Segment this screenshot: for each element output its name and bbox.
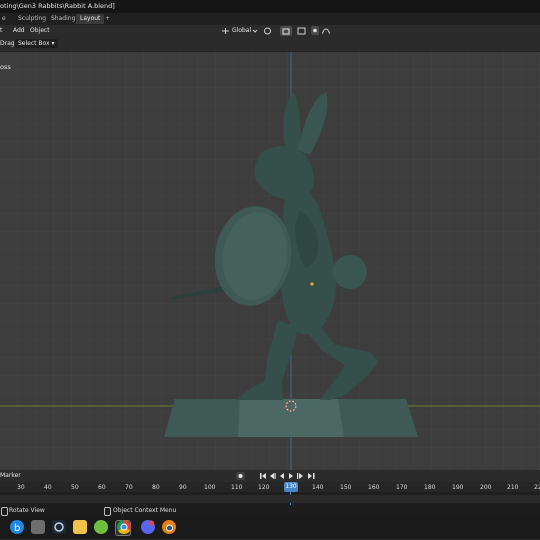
steam-icon[interactable] — [52, 520, 66, 534]
snap-icon[interactable] — [280, 26, 292, 36]
ruler-tick: 30 — [17, 484, 25, 491]
os-taskbar: b — [0, 516, 540, 540]
ruler-tick: 50 — [71, 484, 79, 491]
ruler-tick: 90 — [179, 484, 187, 491]
ruler-tick: 210 — [507, 484, 519, 491]
window-title-bar: oting\Gen3 Rabbits\Rabbit A.blend] — [0, 0, 540, 13]
svg-text:b: b — [14, 523, 20, 534]
frame-ruler[interactable]: 30 40 50 60 70 80 90 100 110 120 130 140… — [0, 482, 540, 492]
proportional-edit-icon[interactable] — [311, 26, 319, 35]
folder-icon[interactable] — [73, 520, 87, 534]
ruler-tick: 140 — [312, 484, 324, 491]
transform-orientation-dropdown[interactable]: Global — [232, 26, 251, 36]
tab-sculpting[interactable]: Sculpting — [14, 14, 50, 24]
ruler-tick: 170 — [396, 484, 408, 491]
chrome-icon[interactable] — [117, 520, 131, 534]
ruler-tick: 70 — [125, 484, 133, 491]
timeline-scrollbar[interactable] — [0, 495, 540, 503]
blender-icon[interactable] — [162, 520, 176, 534]
window-title: oting\Gen3 Rabbits\Rabbit A.blend] — [0, 2, 115, 10]
ruler-tick: 190 — [452, 484, 464, 491]
select-mode-dropdown[interactable]: Select Box ▾ — [15, 39, 58, 48]
mouse-right-icon — [104, 507, 111, 516]
3d-viewport[interactable]: oss — [0, 52, 540, 470]
ruler-tick: 160 — [368, 484, 380, 491]
discord-icon[interactable] — [141, 520, 155, 534]
chevron-down-icon — [252, 28, 258, 34]
ruler-tick: 200 — [480, 484, 492, 491]
viewport-header: t Add Object Global — [0, 25, 540, 37]
tab-edit[interactable]: e — [0, 14, 10, 24]
object-origin-dot — [310, 282, 314, 286]
edge-icon[interactable]: b — [10, 520, 24, 534]
playback-controls[interactable] — [259, 472, 321, 480]
menu-object[interactable]: Object — [30, 26, 50, 36]
tool-settings-bar: Drag: Select Box ▾ — [0, 37, 540, 52]
menu-marker[interactable]: Marker — [0, 471, 21, 481]
snap-target-icon[interactable] — [297, 27, 306, 35]
pivot-point-icon[interactable] — [263, 27, 272, 35]
falloff-icon[interactable] — [321, 27, 331, 35]
tab-add-workspace[interactable]: + — [101, 14, 114, 24]
timeline-header: Marker — [0, 470, 540, 482]
ruler-tick: 100 — [204, 484, 216, 491]
ruler-tick: 120 — [258, 484, 270, 491]
current-frame-indicator[interactable]: 130 — [284, 482, 298, 492]
status-hint-left: Rotate View — [9, 507, 45, 514]
ruler-tick: 180 — [424, 484, 436, 491]
ruler-tick: 150 — [340, 484, 352, 491]
menu-select[interactable]: t — [0, 26, 2, 36]
mouse-middle-icon — [1, 507, 8, 516]
transform-orientation-icon[interactable] — [221, 27, 230, 35]
ruler-tick: 80 — [152, 484, 160, 491]
workspace-tabs-bar: e Sculpting Shading Layout + — [0, 13, 540, 25]
record-keyframe-icon[interactable] — [236, 472, 245, 480]
status-bar: Rotate View Object Context Menu — [0, 505, 540, 516]
status-hint-right: Object Context Menu — [113, 507, 177, 514]
menu-add[interactable]: Add — [13, 26, 25, 36]
tab-shading[interactable]: Shading — [47, 14, 79, 24]
select-mode-label: Select Box — [18, 40, 50, 47]
viewport-overlay-text: oss — [0, 63, 11, 71]
greenshot-icon[interactable] — [94, 520, 108, 534]
chevron-down-icon: ▾ — [51, 40, 55, 47]
ruler-tick: 22 — [534, 484, 540, 491]
ruler-tick: 40 — [44, 484, 52, 491]
file-explorer-icon[interactable] — [31, 520, 45, 534]
ruler-tick: 110 — [231, 484, 243, 491]
ruler-tick: 60 — [98, 484, 106, 491]
